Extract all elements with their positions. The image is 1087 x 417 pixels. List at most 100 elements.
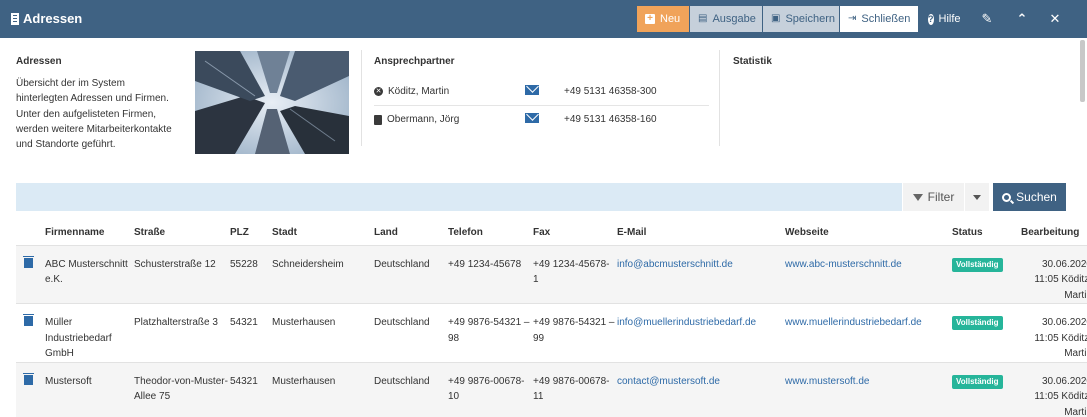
cell-phone: +49 9876-54321 – 98 [446,303,531,362]
cell-website-link[interactable]: www.muellerindustriebedarf.de [783,303,950,362]
column-header[interactable]: Webseite [783,221,950,245]
funnel-icon [912,193,923,201]
column-header[interactable]: Bearbeitung [1019,221,1087,245]
edited-date: 30.06.2020 [1041,317,1087,328]
cell-street: Platzhalterstraße 3 [132,303,228,362]
output-button[interactable]: ▤ Ausgabe [690,6,762,32]
cell-edited: 30.06.2020 11:05 Köditz, Martin [1019,361,1087,417]
contact-name: ✕ Köditz, Martin [374,86,449,97]
output-button-label: Ausgabe [712,13,756,25]
cell-name: Mustersoft [43,361,132,417]
search-button-label: Suchen [1016,190,1057,204]
cell-plz: 55228 [228,244,270,304]
cell-email-link[interactable]: info@abcmusterschnitt.de [615,244,783,304]
column-header[interactable]: Telefon [446,221,531,245]
search-button[interactable]: Suchen [993,183,1066,211]
building-icon [11,12,19,25]
pencil-icon[interactable]: ✎ [972,6,1002,32]
trash-icon[interactable] [23,314,34,326]
cell-email-link[interactable]: contact@mustersoft.de [615,361,783,417]
help-icon: ? [928,13,934,25]
cell-plz: 54321 [228,303,270,362]
cell-fax: +49 1234-45678-1 [531,244,615,304]
cell-street: Schusterstraße 12 [132,244,228,304]
save-button-label: Speichern [785,13,835,25]
row-actions [16,303,43,362]
column-header[interactable]: Status [950,221,1019,245]
cell-country: Deutschland [372,361,446,417]
envelope-icon[interactable] [525,85,539,95]
save-button[interactable]: ▣ Speichern [763,6,839,32]
stats-panel: Statistik [733,50,772,67]
close-record-button[interactable]: ⇥ Schließen [840,6,918,32]
trash-icon[interactable] [23,255,34,268]
address-table: Firmenname Straße PLZ Stadt Land Telefon… [16,221,1087,417]
contact-phone: +49 5131 46358-160 [564,114,657,125]
envelope-icon[interactable] [525,113,539,123]
cell-status: Vollständig [950,361,1019,417]
window-title: Adressen [11,11,82,26]
delete-column-header [16,221,43,245]
divider [361,50,362,146]
new-button[interactable]: + Neu [637,6,689,32]
filter-dropdown-button[interactable] [965,183,989,211]
divider [719,50,720,146]
row-actions [16,361,43,417]
contact-row[interactable]: Obermann, Jörg +49 5131 46358-160 [374,106,709,134]
edited-date: 30.06.2020 [1041,375,1087,387]
cell-name: ABC Musterschnitt e.K. [43,244,132,304]
exit-icon: ⇥ [848,13,857,24]
column-header[interactable]: Firmenname [43,221,132,245]
column-header[interactable]: Land [372,221,446,245]
row-actions [16,244,43,304]
help-button[interactable]: ? Hilfe [920,6,968,32]
cell-city: Musterhausen [270,303,372,362]
close-circle-icon: ✕ [374,87,383,96]
stats-heading: Statistik [733,56,772,67]
cell-street: Theodor-von-Muster-Allee 75 [132,361,228,417]
column-header[interactable]: Stadt [270,221,372,245]
edited-user: Martin [1064,406,1087,417]
cell-fax: +49 9876-54321 – 99 [531,303,615,362]
contact-row[interactable]: ✕ Köditz, Martin +49 5131 46358-300 [374,78,709,106]
cell-phone: +49 9876-00678-10 [446,361,531,417]
contact-name-text: Köditz, Martin [388,86,450,97]
book-icon [374,114,382,125]
trash-icon[interactable] [23,372,34,385]
caret-down-icon [973,194,981,200]
cell-status: Vollständig [950,244,1019,304]
filter-button[interactable]: Filter [903,183,964,211]
table-row[interactable]: Mustersoft Theodor-von-Muster-Allee 75 5… [16,361,1087,417]
search-icon [1002,192,1012,202]
table-row[interactable]: ABC Musterschnitt e.K. Schusterstraße 12… [16,244,1087,304]
cell-fax: +49 9876-00678-11 [531,361,615,417]
cell-country: Deutschland [372,244,446,304]
scrollbar[interactable] [1080,40,1085,102]
cell-website-link[interactable]: www.mustersoft.de [783,361,950,417]
new-button-label: Neu [660,13,681,25]
table-row[interactable]: Müller Industriebedarf GmbH Platzhalters… [16,303,1087,362]
skyscraper-image [195,51,349,154]
cell-city: Musterhausen [270,361,372,417]
chevron-up-icon[interactable]: ⌃ [1007,6,1037,32]
cell-country: Deutschland [372,303,446,362]
edited-time-user: 11:05 Köditz, [1034,332,1087,344]
column-header[interactable]: E-Mail [615,221,783,245]
contact-name: Obermann, Jörg [374,114,459,125]
status-badge: Vollständig [952,316,1003,330]
cell-email-link[interactable]: info@muellerindustriebedarf.de [615,303,783,362]
close-record-button-label: Schließen [861,13,911,25]
cell-website-link[interactable]: www.abc-musterschnitt.de [783,244,950,304]
column-header[interactable]: Fax [531,221,615,245]
print-icon: ▤ [698,13,708,24]
info-heading: Adressen [16,56,62,67]
help-button-label: Hilfe [938,13,961,25]
table-header-row: Firmenname Straße PLZ Stadt Land Telefon… [16,221,1087,245]
window-title-text: Adressen [23,11,83,26]
close-icon[interactable]: ✕ [1040,6,1070,32]
filter-bar[interactable] [16,183,902,211]
column-header[interactable]: PLZ [228,221,270,245]
column-header[interactable]: Straße [132,221,228,245]
cell-edited: 30.06.2020 11:05 Köditz, Martin [1019,303,1087,362]
cell-city: Schneidersheim [270,244,372,304]
